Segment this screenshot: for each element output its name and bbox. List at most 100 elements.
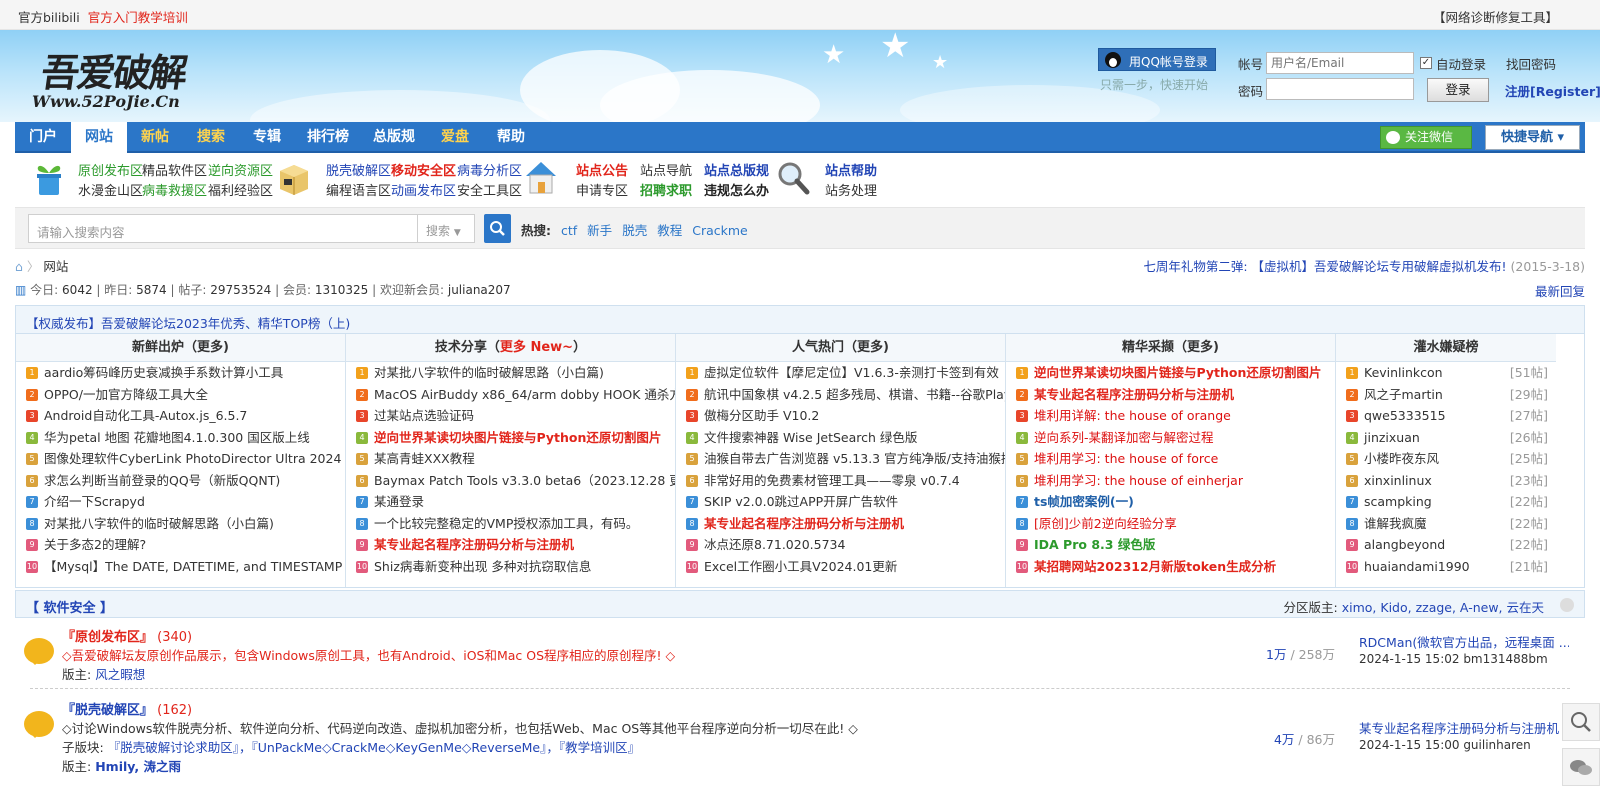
board-row[interactable]: 4 逆向系列-某翻译加密与解密过程 <box>1006 427 1335 449</box>
board-headline[interactable]: 【权威发布】吾爱破解论坛2023年优秀、精华TOP榜（上) <box>16 306 1584 334</box>
nav-website[interactable]: 网站 <box>71 122 127 155</box>
board-row[interactable]: 2 OPPO/一加官方降级工具大全 <box>16 384 345 406</box>
latest-replies-link[interactable]: 最新回复 <box>1535 281 1585 300</box>
board-row[interactable]: 4 jinzixuan [26帖] <box>1336 427 1556 449</box>
auto-login-checkbox[interactable]: ✓ <box>1420 57 1432 69</box>
board-row[interactable]: 3 傲梅分区助手 V10.2 <box>676 405 1005 427</box>
subnav-apply[interactable]: 申请专区 <box>576 180 628 199</box>
board-row[interactable]: 2 MacOS AirBuddy x86_64/arm dobby HOOK 通杀… <box>346 384 675 406</box>
subnav-site-affairs[interactable]: 站务处理 <box>825 180 877 199</box>
board-row-title[interactable]: 非常好用的免费素材管理工具——零泉 v0.7.4 <box>704 473 960 488</box>
board-row-title[interactable]: Android自动化工具-Autox.js_6.5.7 <box>44 408 247 423</box>
login-button[interactable]: 登录 <box>1427 78 1489 102</box>
subnav-animation[interactable]: 动画发布区 <box>391 180 456 199</box>
board-row[interactable]: 4 华为petal 地图 花瓣地图4.1.0.300 国区版上线 <box>16 427 345 449</box>
announcement-link[interactable]: 七周年礼物第二弹: 【虚拟机】吾爱破解论坛专用破解虚拟机发布! <box>1143 259 1506 274</box>
board-row-title[interactable]: 逆向世界某读切块图片链接与Python还原切割图片 <box>1034 365 1321 380</box>
network-repair-link[interactable]: 【网络诊断修复工具】 <box>1433 7 1558 26</box>
board-row[interactable]: 7 SKIP v2.0.0跳过APP开屏广告软件 <box>676 491 1005 513</box>
board-row[interactable]: 6 Baymax Patch Tools v3.3.0 beta6（2023.12… <box>346 470 675 492</box>
side-wechat-button[interactable] <box>1562 748 1600 786</box>
board-row[interactable]: 1 Kevinlinkcon [51帖] <box>1336 362 1556 384</box>
board-column-title[interactable]: 新鲜出炉（更多) <box>16 334 345 362</box>
board-row[interactable]: 6 非常好用的免费素材管理工具——零泉 v0.7.4 <box>676 470 1005 492</box>
nav-ranking[interactable]: 排行榜 <box>295 122 361 153</box>
subnav-announcement[interactable]: 站点公告 <box>576 160 628 179</box>
board-row-title[interactable]: 堆利用详解: the house of orange <box>1034 408 1231 423</box>
nav-aipan[interactable]: 爱盘 <box>427 122 483 153</box>
board-row-title[interactable]: 逆向系列-某翻译加密与解密过程 <box>1034 430 1214 445</box>
search-type-select[interactable]: 搜索 ▼ <box>418 214 475 243</box>
board-column-title[interactable]: 精华采撷（更多) <box>1006 334 1335 362</box>
nav-search[interactable]: 搜索 <box>183 122 239 153</box>
board-row-title[interactable]: 航讯中国象棋 v4.2.5 超多残局、棋谱、书籍--谷歌Play <box>704 387 1005 402</box>
board-row[interactable]: 9 alangbeyond [22帖] <box>1336 534 1556 556</box>
hot-tag[interactable]: Crackme <box>692 223 748 238</box>
board-row[interactable]: 8 某专业起名程序注册码分析与注册机 <box>676 513 1005 535</box>
board-row[interactable]: 10 Shiz病毒新变种出现 多种对抗窃取信息 <box>346 556 675 578</box>
board-row[interactable]: 8 一个比较完整稳定的VMP授权添加工具，有码。 <box>346 513 675 535</box>
subnav-original[interactable]: 原创发布区 <box>78 160 143 179</box>
board-row-title[interactable]: huaiandami1990 <box>1364 559 1470 574</box>
wechat-follow-button[interactable]: 关注微信 <box>1380 126 1472 149</box>
board-row-title[interactable]: 求怎么判断当前登录的QQ号（新版QQNT) <box>44 473 280 488</box>
board-row-title[interactable]: 过某站点选验证码 <box>374 408 474 423</box>
board-row-title[interactable]: qwe5333515 <box>1364 408 1446 423</box>
nav-new-posts[interactable]: 新帖 <box>127 122 183 153</box>
board-row-title[interactable]: 堆利用学习: the house of einherjar <box>1034 473 1243 488</box>
collapse-toggle[interactable] <box>1560 598 1574 612</box>
subnav-programming[interactable]: 编程语言区 <box>326 180 391 199</box>
board-row-title[interactable]: aardio筹码峰历史衰减换手系数计算小工具 <box>44 365 283 380</box>
board-row[interactable]: 5 图像处理软件CyberLink PhotoDirector Ultra 202… <box>16 448 345 470</box>
board-row[interactable]: 8 [原创]少前2逆向经验分享 <box>1006 513 1335 535</box>
board-column-title[interactable]: 灌水嫌疑榜 <box>1336 334 1556 362</box>
section-title[interactable]: 【 软件安全 】 <box>26 597 113 616</box>
board-row-title[interactable]: 堆利用学习: the house of force <box>1034 451 1218 466</box>
board-row-title[interactable]: 油猴自带去广告浏览器 v5.13.3 官方纯净版/支持油猴插 <box>704 451 1005 466</box>
subnav-site-rules[interactable]: 站点总版规 <box>704 160 769 179</box>
nav-help[interactable]: 帮助 <box>483 122 539 153</box>
hot-tag[interactable]: ctf <box>561 223 577 238</box>
subnav-jobs[interactable]: 招聘求职 <box>640 180 692 199</box>
board-row[interactable]: 5 堆利用学习: the house of force <box>1006 448 1335 470</box>
forum-subforums[interactable]: 『脱壳破解讨论求助区』，『UnPackMe◇CrackMe◇KeyGenMe◇R… <box>108 740 640 755</box>
forum-moderator[interactable]: 风之暇想 <box>95 667 145 682</box>
board-row-title[interactable]: 对某批八字软件的临时破解思路（小白篇) <box>44 516 274 531</box>
forgot-password-link[interactable]: 找回密码 <box>1506 54 1556 73</box>
board-row-title[interactable]: 某专业起名程序注册码分析与注册机 <box>1034 387 1234 402</box>
subnav-unpack[interactable]: 脱壳破解区 <box>326 160 391 179</box>
board-row-title[interactable]: IDA Pro 8.3 绿色版 <box>1034 537 1155 552</box>
board-row[interactable]: 7 某通登录 <box>346 491 675 513</box>
side-search-button[interactable] <box>1562 703 1600 741</box>
forum-moderator[interactable]: Hmily, 涛之雨 <box>95 759 181 774</box>
board-row-title[interactable]: 逆向世界某读切块图片链接与Python还原切割图片 <box>374 430 661 445</box>
subnav-virus-analysis[interactable]: 病毒分析区 <box>457 160 522 179</box>
board-row-title[interactable]: scampking <box>1364 494 1432 509</box>
board-row-title[interactable]: 某招聘网站202312月新版token生成分析 <box>1034 559 1276 574</box>
board-row[interactable]: 1 对某批八字软件的临时破解思路（小白篇) <box>346 362 675 384</box>
board-row[interactable]: 10 【Mysql】The DATE, DATETIME, and TIMESTA… <box>16 556 345 578</box>
board-row[interactable]: 8 谁解我疯魔 [22帖] <box>1336 513 1556 535</box>
board-row-title[interactable]: SKIP v2.0.0跳过APP开屏广告软件 <box>704 494 898 509</box>
search-input[interactable]: 请输入搜索内容 <box>28 214 418 243</box>
board-row-title[interactable]: 一个比较完整稳定的VMP授权添加工具，有码。 <box>374 516 638 531</box>
board-row[interactable]: 10 某招聘网站202312月新版token生成分析 <box>1006 556 1335 578</box>
board-row-title[interactable]: 某专业起名程序注册码分析与注册机 <box>374 537 574 552</box>
training-link[interactable]: 官方入门教学培训 <box>88 10 188 25</box>
board-column-title[interactable]: 技术分享（更多 New~） <box>346 334 675 362</box>
board-row[interactable]: 1 虚拟定位软件【摩尼定位】V1.6.3-亲测打卡签到有效 <box>676 362 1005 384</box>
board-row[interactable]: 1 逆向世界某读切块图片链接与Python还原切割图片 <box>1006 362 1335 384</box>
board-row-title[interactable]: 小楼昨夜东风 <box>1364 451 1439 466</box>
subnav-reverse-res[interactable]: 逆向资源区 <box>208 160 273 179</box>
board-row[interactable]: 9 IDA Pro 8.3 绿色版 <box>1006 534 1335 556</box>
board-row-title[interactable]: OPPO/一加官方降级工具大全 <box>44 387 208 402</box>
board-row-title[interactable]: [原创]少前2逆向经验分享 <box>1034 516 1177 531</box>
board-row-title[interactable]: 介绍一下Scrapyd <box>44 494 145 509</box>
board-row-title[interactable]: 某高青蛙XXX教程 <box>374 451 475 466</box>
forum-name[interactable]: 『脱壳破解区』 <box>62 703 153 718</box>
board-row[interactable]: 5 油猴自带去广告浏览器 v5.13.3 官方纯净版/支持油猴插 <box>676 448 1005 470</box>
password-input[interactable] <box>1266 78 1414 100</box>
forum-name[interactable]: 『原创发布区』 <box>62 630 153 645</box>
subnav-welfare[interactable]: 福利经验区 <box>208 180 273 199</box>
board-row[interactable]: 8 对某批八字软件的临时破解思路（小白篇) <box>16 513 345 535</box>
